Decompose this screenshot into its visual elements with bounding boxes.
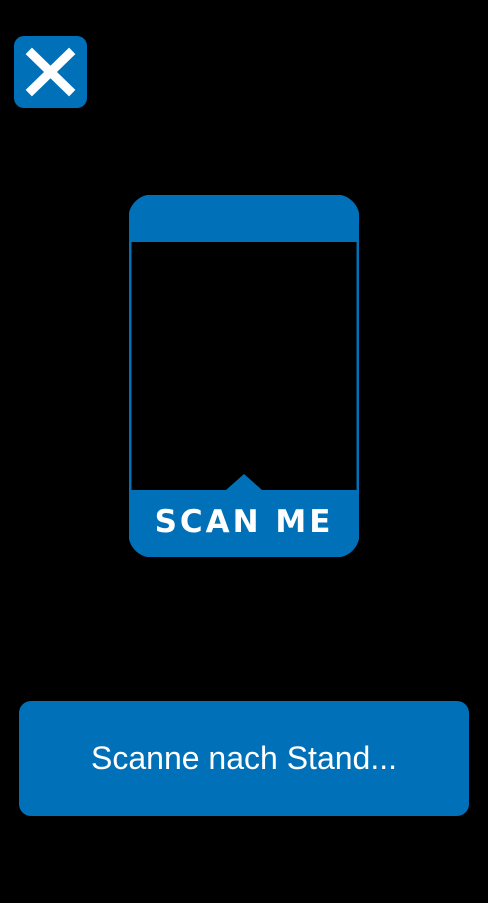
scan-me-frame: SCAN ME [129, 195, 359, 557]
status-text: Scanne nach Stand... [91, 740, 397, 776]
status-banner: Scanne nach Stand... [19, 701, 469, 816]
close-button[interactable] [14, 36, 87, 108]
close-icon [25, 47, 76, 97]
scan-me-label: SCAN ME [154, 504, 334, 540]
